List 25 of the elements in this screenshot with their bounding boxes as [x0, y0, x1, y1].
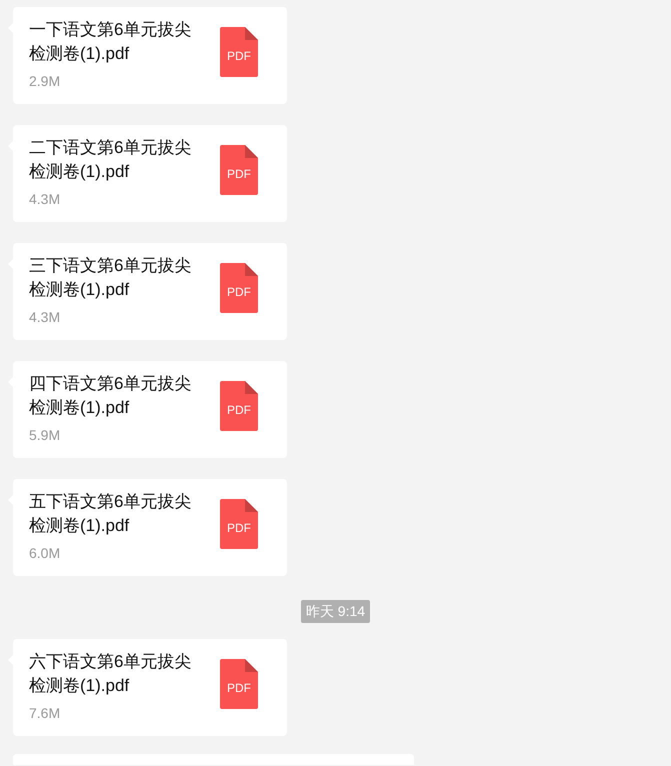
- file-bubble[interactable]: 一下语文第6单元拔尖检测卷(1).pdf 2.9M PDF: [13, 7, 287, 104]
- file-size: 7.6M: [29, 704, 62, 723]
- file-name: 四下语文第6单元拔尖检测卷(1).pdf: [29, 373, 192, 419]
- file-size: 5.9M: [29, 426, 62, 445]
- file-bubble[interactable]: 五下语文第6单元拔尖检测卷(1).pdf 6.0M PDF: [13, 479, 287, 576]
- file-name: 五下语文第6单元拔尖检测卷(1).pdf: [29, 491, 192, 537]
- file-name: 二下语文第6单元拔尖检测卷(1).pdf: [29, 137, 192, 183]
- file-bubble[interactable]: 六下语文第6单元拔尖检测卷(1).pdf 7.6M PDF: [13, 639, 287, 736]
- file-size: 2.9M: [29, 72, 62, 91]
- pdf-file-icon: PDF: [220, 145, 258, 195]
- pdf-file-icon: PDF: [220, 381, 258, 431]
- file-size: 4.3M: [29, 190, 62, 209]
- pdf-file-icon: PDF: [220, 27, 258, 77]
- file-bubble[interactable]: 四下语文第6单元拔尖检测卷(1).pdf 5.9M PDF: [13, 361, 287, 458]
- pdf-file-icon: PDF: [220, 499, 258, 549]
- pdf-file-icon: PDF: [220, 659, 258, 709]
- file-size: 6.0M: [29, 544, 62, 563]
- pdf-file-icon: PDF: [220, 263, 258, 313]
- file-name: 一下语文第6单元拔尖检测卷(1).pdf: [29, 19, 192, 65]
- timestamp: 昨天 9:14: [300, 600, 370, 623]
- file-size: 4.3M: [29, 308, 62, 327]
- file-bubble[interactable]: 三下语文第6单元拔尖检测卷(1).pdf 4.3M PDF: [13, 243, 287, 340]
- file-name: 六下语文第6单元拔尖检测卷(1).pdf: [29, 651, 192, 697]
- file-name: 三下语文第6单元拔尖检测卷(1).pdf: [29, 255, 192, 301]
- file-bubble[interactable]: 二下语文第6单元拔尖检测卷(1).pdf 4.3M PDF: [13, 125, 287, 222]
